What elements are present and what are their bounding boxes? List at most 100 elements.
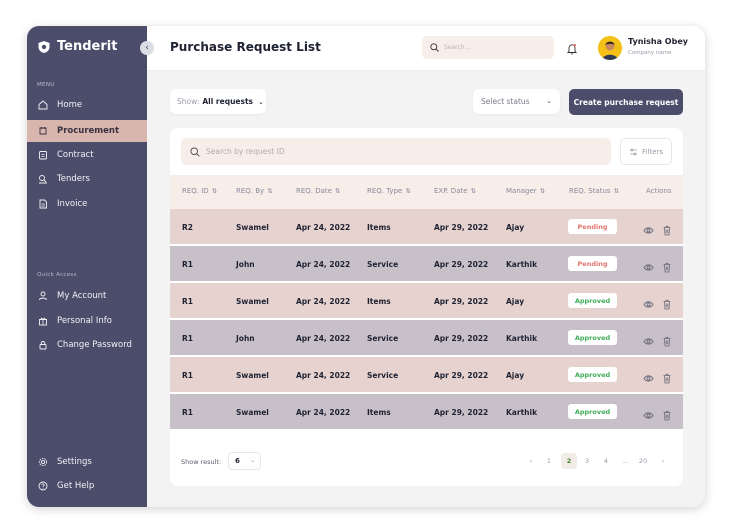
sort-icon: ⇅	[267, 187, 273, 195]
table-row[interactable]: R1 John Apr 24, 2022 Service Apr 29, 2022 Kar…	[170, 246, 683, 282]
sort-icon: ⇅	[613, 187, 620, 195]
column-header-exp-date[interactable]: EXP. Date ⇅	[434, 187, 476, 195]
table-row[interactable]: R1 John Apr 24, 2022 Service Apr 29, 2022 Kar…	[170, 320, 683, 356]
cell-manager: Ajay	[506, 297, 525, 306]
sidebar-item-label: Contract	[57, 150, 94, 160]
table-row[interactable]: R2 Swamel Apr 24, 2022 Items Apr 29, 2022 Aja…	[170, 209, 683, 245]
sidebar-item-personal-info[interactable]: Personal Info	[27, 310, 147, 332]
request-search-input[interactable]	[206, 147, 586, 156]
column-header-req-status[interactable]: REQ. Status ⇅	[569, 187, 619, 195]
status-badge: Approved	[568, 404, 617, 419]
gear-icon	[37, 456, 49, 468]
quick-access-title: Quick Access	[37, 272, 77, 278]
tenders-icon	[37, 173, 49, 185]
user-role: Company name	[628, 50, 672, 56]
pagination-page-current[interactable]: 2	[561, 453, 577, 469]
sidebar-item-home[interactable]: Home	[27, 94, 147, 116]
pagination-ellipsis: ...	[621, 457, 629, 465]
show-requests-dropdown[interactable]: Show: All requests ⌄	[170, 89, 266, 114]
cell-req-type: Items	[367, 408, 391, 417]
help-icon	[37, 480, 49, 492]
cell-req-date: Apr 24, 2022	[296, 408, 351, 417]
column-header-req-id[interactable]: REQ. ID ⇅	[182, 187, 217, 195]
sidebar: Tenderit MENU Home Procurement Contract	[27, 26, 147, 507]
pagination-page[interactable]: 1	[542, 453, 556, 469]
cell-manager: Ajay	[506, 371, 525, 380]
global-search-input[interactable]	[444, 44, 544, 51]
cell-req-by: Swamel	[236, 371, 269, 380]
sidebar-item-tenders[interactable]: Tenders	[27, 168, 147, 190]
global-search[interactable]	[422, 36, 554, 59]
sidebar-item-invoice[interactable]: Invoice	[27, 193, 147, 215]
cell-manager: Ajay	[506, 223, 525, 232]
home-icon	[37, 99, 49, 111]
sort-icon: ⇅	[211, 187, 218, 195]
column-header-req-by[interactable]: REQ. By ⇅	[236, 187, 273, 195]
view-icon[interactable]	[643, 221, 654, 240]
procurement-icon	[37, 125, 49, 137]
pagination-next[interactable]: ›	[656, 453, 670, 469]
cell-manager: Karthik	[506, 334, 538, 343]
sidebar-item-contract[interactable]: Contract	[27, 144, 147, 166]
show-label: Show:	[177, 97, 200, 106]
show-value: All requests	[202, 97, 254, 106]
main-content: Purchase Request List Tynisha Obey Compa…	[147, 26, 705, 507]
view-icon[interactable]	[643, 406, 654, 425]
per-page-select[interactable]: 6 ⌄	[228, 452, 261, 470]
avatar[interactable]	[598, 36, 622, 60]
column-header-manager[interactable]: Manager ⇅	[506, 187, 545, 195]
filters-button[interactable]: Filters	[620, 138, 672, 165]
column-header-req-type[interactable]: REQ. Type ⇅	[367, 187, 411, 195]
cell-req-date: Apr 24, 2022	[296, 334, 351, 343]
sidebar-item-my-account[interactable]: My Account	[27, 285, 147, 307]
sidebar-item-change-password[interactable]: Change Password	[27, 334, 147, 356]
sidebar-item-label: Settings	[57, 457, 92, 467]
pagination-prev[interactable]: ‹	[524, 453, 538, 469]
invoice-icon	[37, 198, 49, 210]
status-badge: Approved	[568, 293, 617, 308]
status-select[interactable]: Select status ⌄	[473, 89, 560, 114]
create-purchase-request-button[interactable]: Create purchase request	[569, 89, 683, 115]
sidebar-item-get-help[interactable]: Get Help	[27, 475, 147, 497]
brand[interactable]: Tenderit	[37, 39, 117, 54]
contract-icon	[37, 149, 49, 161]
delete-icon[interactable]	[662, 221, 672, 240]
table-row[interactable]: R1 Swamel Apr 24, 2022 Items Apr 29, 2022 Aja…	[170, 283, 683, 319]
table-row[interactable]: R1 Swamel Apr 24, 2022 Service Apr 29, 2022 A…	[170, 357, 683, 393]
view-icon[interactable]	[643, 258, 654, 277]
notification-bell-icon[interactable]	[566, 40, 578, 59]
view-icon[interactable]	[643, 332, 654, 351]
status-select-placeholder: Select status	[481, 97, 530, 106]
sidebar-item-procurement[interactable]: Procurement	[27, 120, 147, 142]
delete-icon[interactable]	[662, 295, 672, 314]
sidebar-item-label: Invoice	[57, 199, 88, 209]
cell-req-date: Apr 24, 2022	[296, 260, 351, 269]
delete-icon[interactable]	[662, 406, 672, 425]
view-icon[interactable]	[643, 295, 654, 314]
filters-label: Filters	[642, 147, 663, 156]
cell-req-by: Swamel	[236, 408, 269, 417]
delete-icon[interactable]	[662, 332, 672, 351]
collapse-sidebar-button[interactable]: ‹	[140, 41, 154, 55]
cell-exp-date: Apr 29, 2022	[434, 260, 489, 269]
cell-manager: Karthik	[506, 408, 538, 417]
pagination-page[interactable]: 20	[636, 453, 650, 469]
show-result-label: Show result:	[181, 458, 222, 466]
chevron-down-icon: ⌄	[249, 457, 255, 464]
requests-table-card: Filters REQ. ID⇅ REQ. By⇅ REQ. Date⇅ REQ…	[170, 128, 683, 486]
delete-icon[interactable]	[662, 369, 672, 388]
sort-icon: ⇅	[405, 187, 411, 195]
app-name: Tenderit	[57, 39, 118, 54]
column-header-req-date[interactable]: REQ. Date ⇅	[296, 187, 340, 195]
delete-icon[interactable]	[662, 258, 672, 277]
table-row[interactable]: R1 Swamel Apr 24, 2022 Items Apr 29, 2022 Kar…	[170, 394, 683, 430]
sort-icon: ⇅	[334, 187, 341, 195]
pagination-page[interactable]: 3	[580, 453, 594, 469]
view-icon[interactable]	[643, 369, 654, 388]
sort-icon: ⇅	[539, 187, 546, 195]
request-search[interactable]	[181, 138, 611, 165]
cell-req-type: Items	[367, 297, 391, 306]
sidebar-item-settings[interactable]: Settings	[27, 451, 147, 473]
cell-req-id: R1	[182, 408, 193, 417]
pagination-page[interactable]: 4	[599, 453, 613, 469]
